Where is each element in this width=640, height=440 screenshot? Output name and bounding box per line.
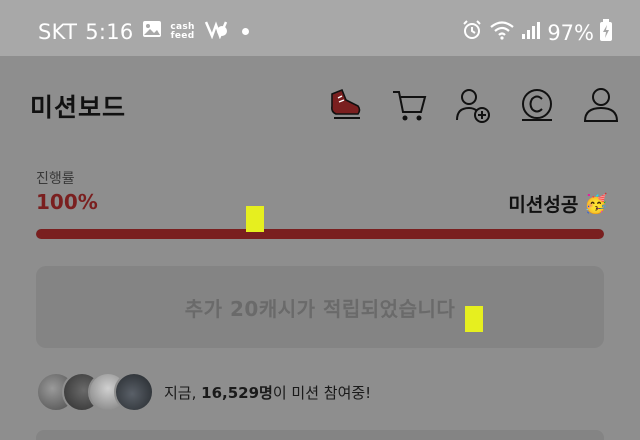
progress-percent: 100% xyxy=(36,190,98,214)
add-friend-icon[interactable] xyxy=(454,86,492,124)
coin-icon[interactable] xyxy=(518,86,556,124)
time-label: 5:16 xyxy=(85,19,134,44)
status-bar: SKT 5:16 cash feed 97% xyxy=(0,0,640,56)
alarm-icon xyxy=(461,19,483,46)
progress-bar xyxy=(36,229,604,239)
participants-text: 지금, 16,529명이 미션 참여중! xyxy=(164,382,371,403)
reward-banner[interactable]: 추가 20캐시가 적립되었습니다 xyxy=(36,266,604,348)
mission-status: 미션성공 🥳 xyxy=(508,190,608,217)
battery-percent: 97% xyxy=(547,20,594,45)
carrier-label: SKT xyxy=(38,19,78,44)
mission-status-text: 미션성공 xyxy=(508,194,579,216)
avatar xyxy=(114,372,154,412)
avatar-group xyxy=(36,372,154,412)
cashfeed-notification-icon: cash feed xyxy=(170,21,196,41)
marker-highlight xyxy=(465,306,483,332)
header-toolbar xyxy=(326,86,620,124)
shoe-icon[interactable] xyxy=(326,86,364,124)
profile-icon[interactable] xyxy=(582,86,620,124)
app-notification-icon xyxy=(204,19,228,44)
next-card-edge xyxy=(36,430,604,440)
battery-charging-icon xyxy=(600,19,612,46)
reward-message: 추가 20캐시가 적립되었습니다 xyxy=(184,296,456,321)
wifi-icon xyxy=(489,20,515,45)
cart-icon[interactable] xyxy=(390,86,428,124)
party-face-icon: 🥳 xyxy=(584,193,608,215)
participants-count: 16,529명 xyxy=(201,383,273,402)
cashfeed-label: cash feed xyxy=(170,21,195,41)
participants-row: 지금, 16,529명이 미션 참여중! xyxy=(36,372,371,412)
progress-bar-fill xyxy=(36,229,604,239)
page-title: 미션보드 xyxy=(30,93,127,122)
gallery-notification-icon xyxy=(142,19,162,44)
marker-highlight xyxy=(246,206,264,232)
status-left: SKT 5:16 cash feed xyxy=(38,19,249,44)
signal-icon xyxy=(521,20,541,45)
participants-prefix: 지금, xyxy=(164,383,202,402)
more-notifications-dot xyxy=(241,28,249,35)
participants-suffix: 이 미션 참여중! xyxy=(272,383,372,402)
status-right: 97% xyxy=(461,19,612,46)
progress-label: 진행률 xyxy=(36,171,75,187)
